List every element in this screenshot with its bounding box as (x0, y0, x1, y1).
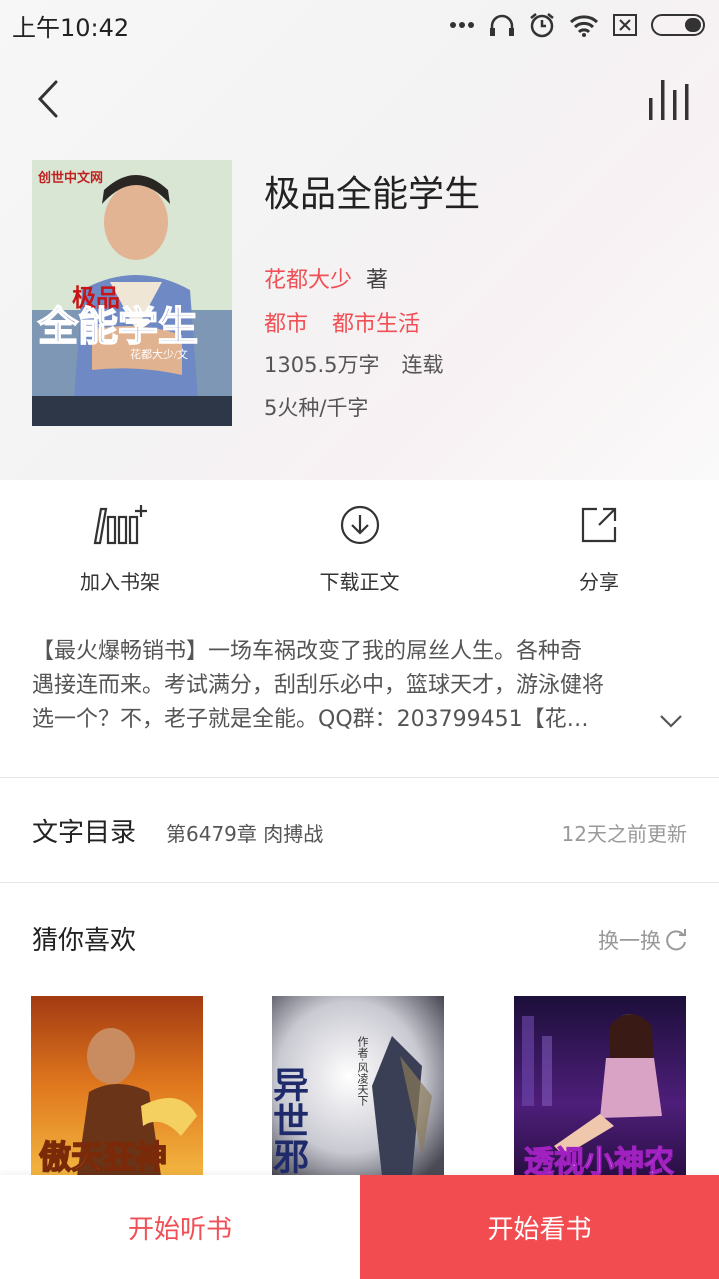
cover-art: 创世中文网 极品 全能学生 花都大少/文 (32, 160, 232, 426)
serial-status: 连载 (401, 353, 444, 377)
download-icon (340, 505, 379, 545)
book-stats: 1305.5万字 连载 (264, 349, 443, 379)
description-line: 遇接连而来。考试满分，刮刮乐必中，篮球天才，游泳健将 (32, 673, 605, 698)
cover-byline: 花都大少/文 (130, 347, 188, 361)
book-cover-title: 透视小神农 (524, 1146, 674, 1176)
description-line: 【最火爆畅销书】一场车祸改变了我的屌丝人生。各种奇 (32, 639, 583, 664)
recommend-book[interactable]: 透视小神农 (514, 996, 686, 1176)
bar-chart-icon[interactable] (645, 74, 699, 124)
download-label: 下载正文 (319, 570, 400, 594)
action-bar: 加入书架 下载正文 分享 (0, 500, 719, 600)
author-suffix: 著 (366, 268, 389, 293)
author-link[interactable]: 花都大少 (264, 262, 352, 294)
download-button[interactable]: 下载正文 (298, 500, 422, 600)
recommend-book[interactable]: 傲天狂神 (31, 996, 203, 1176)
category-tag[interactable]: 都市 (264, 306, 308, 338)
book-cover-art: 透视小神农 (514, 996, 686, 1176)
status-time: 上午10:42 (12, 13, 130, 42)
book-title: 极品全能学生 (264, 174, 481, 215)
book-cover-art: 异世邪君 作者·风凌天下 (272, 996, 444, 1176)
more-dots-icon (450, 22, 474, 28)
cover-publisher: 创世中文网 (37, 170, 103, 185)
wifi-icon (569, 15, 599, 37)
category-tags: 都市 都市生活 (264, 306, 420, 338)
description-line: 选一个？不，老子就是全能。QQ群：203799451【花… (32, 707, 589, 732)
recommend-books: 傲天狂神 异世邪君 作者·风凌天下 透视小神农 (0, 996, 719, 1176)
status-bar: 上午10:42 (0, 0, 719, 50)
status-icons (449, 12, 705, 38)
latest-chapter: 第6479章 肉搏战 (166, 822, 324, 846)
category-tag[interactable]: 都市生活 (332, 306, 420, 338)
share-icon (581, 507, 617, 543)
book-cover-title: 异世邪君 (272, 1066, 309, 1176)
expand-description-icon[interactable] (656, 706, 686, 736)
book-cover-title: 傲天狂神 (39, 1139, 167, 1175)
recommend-book[interactable]: 异世邪君 作者·风凌天下 (272, 996, 444, 1176)
toc-title: 文字目录 (32, 818, 137, 848)
cover-title-big: 全能学生 (37, 304, 198, 349)
alarm-icon (530, 13, 554, 38)
book-cover-art: 傲天狂神 (31, 996, 203, 1176)
book-cover-author: 作者·风凌天下 (356, 1036, 369, 1107)
back-button[interactable] (28, 74, 68, 124)
sim-icon (613, 14, 637, 36)
refresh-icon (666, 929, 686, 951)
add-bookshelf-icon (93, 505, 147, 545)
book-price: 5火种/千字 (264, 396, 369, 420)
refresh-label: 换一换 (598, 929, 661, 953)
bottom-bar: 开始听书 开始看书 (0, 1175, 719, 1279)
start-listening-button[interactable]: 开始听书 (0, 1175, 360, 1279)
divider (0, 882, 719, 883)
headphone-icon (490, 14, 514, 36)
author-row: 花都大少 著 (264, 262, 388, 294)
recommend-title: 猜你喜欢 (32, 926, 137, 956)
add-bookshelf-button[interactable]: 加入书架 (58, 500, 182, 600)
share-label: 分享 (579, 570, 619, 594)
book-cover[interactable]: 创世中文网 极品 全能学生 花都大少/文 (32, 160, 232, 426)
refresh-button[interactable]: 换一换 (598, 925, 689, 955)
share-button[interactable]: 分享 (537, 500, 661, 600)
start-reading-button[interactable]: 开始看书 (360, 1175, 719, 1279)
battery-icon (651, 14, 705, 36)
add-bookshelf-label: 加入书架 (80, 570, 160, 594)
update-time: 12天之前更新 (561, 822, 687, 846)
word-count: 1305.5万字 (264, 353, 380, 377)
divider (0, 777, 719, 778)
book-description: 【最火爆畅销书】一场车祸改变了我的屌丝人生。各种奇 遇接连而来。考试满分，刮刮乐… (32, 635, 652, 737)
